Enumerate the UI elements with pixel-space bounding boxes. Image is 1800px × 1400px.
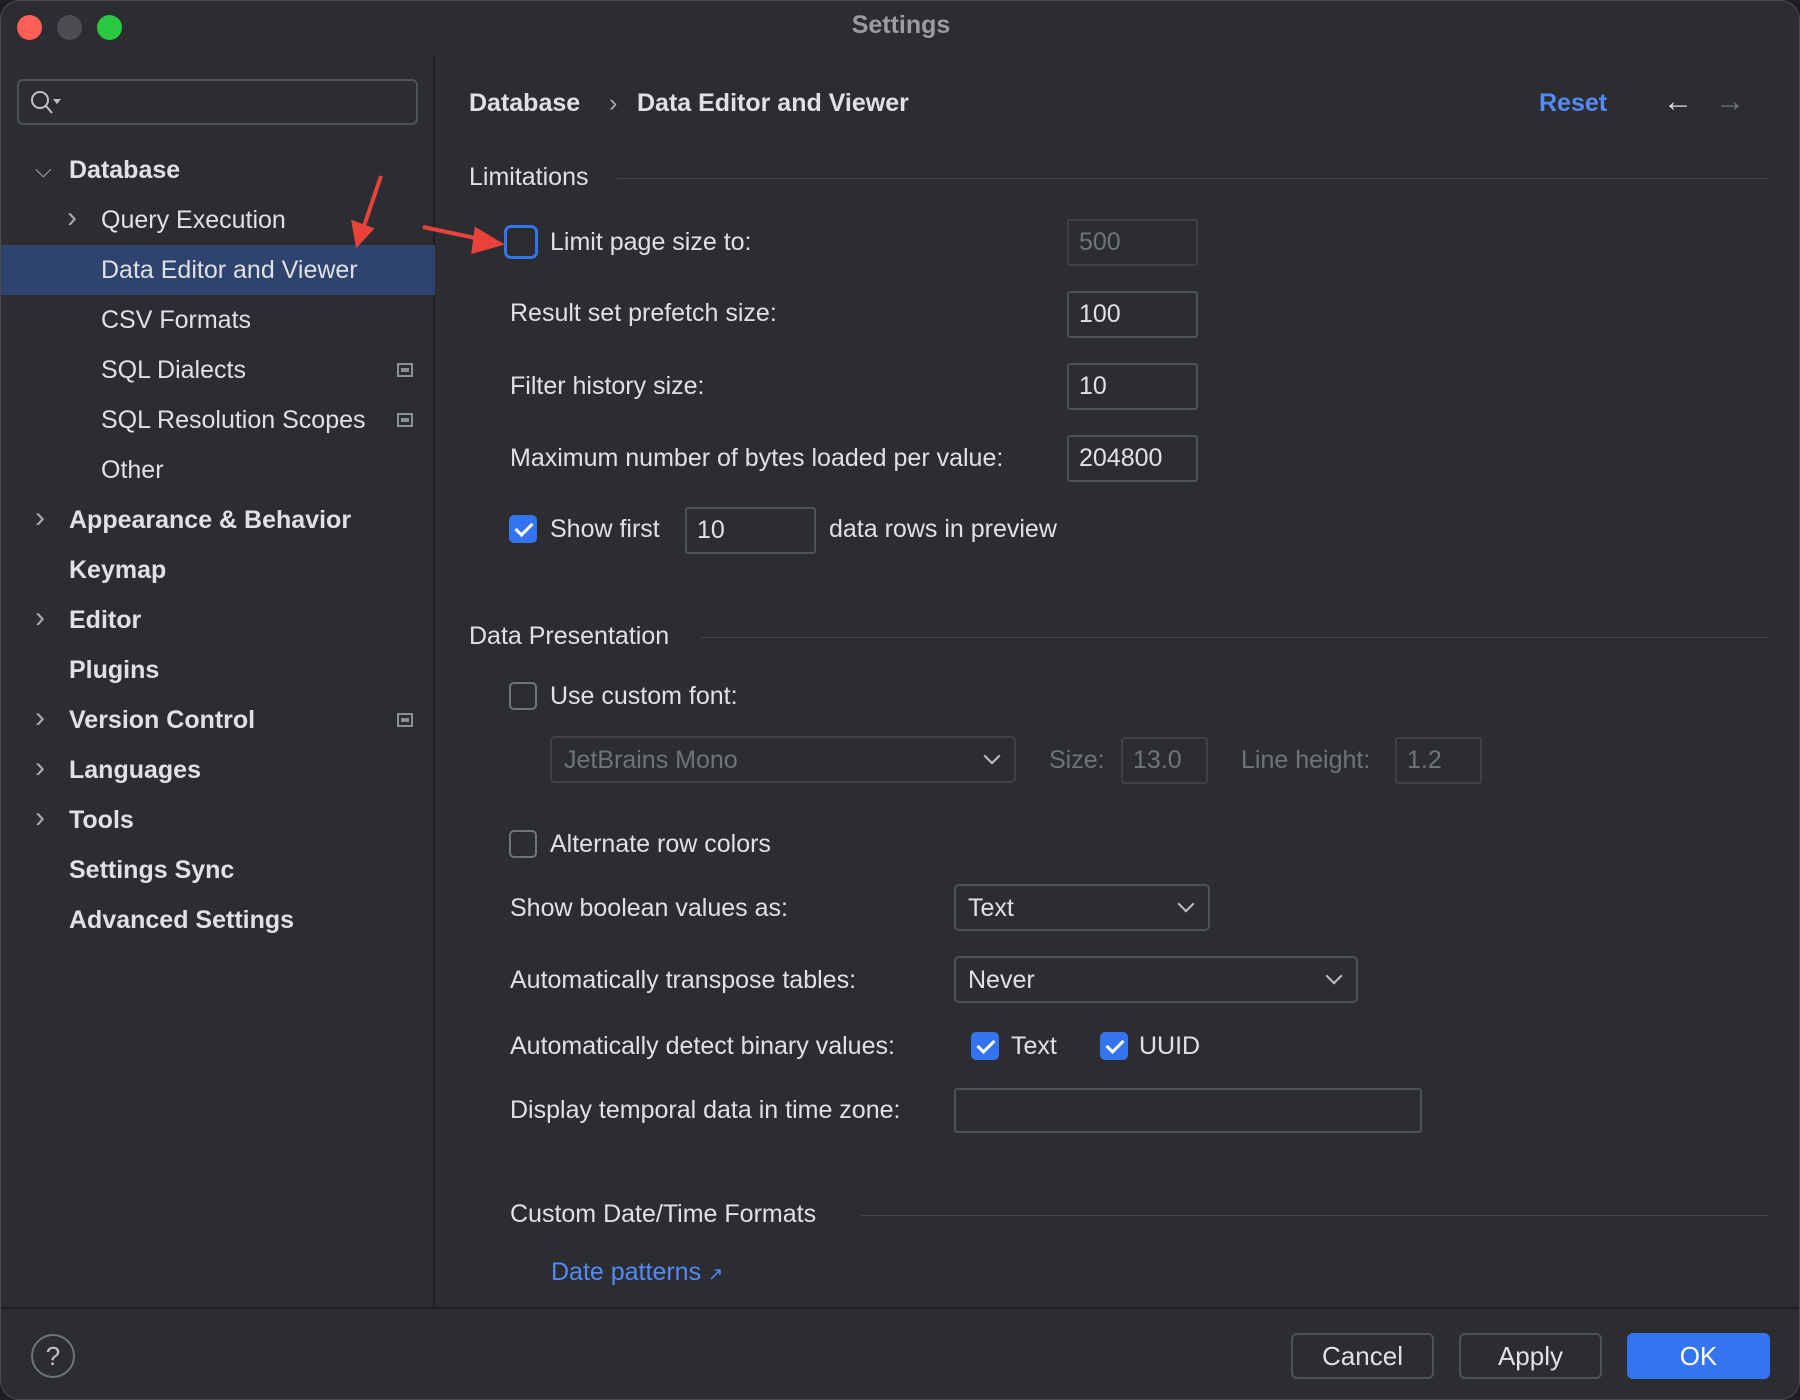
- line-height-label: Line height:: [1241, 746, 1371, 774]
- breadcrumb-database[interactable]: Database: [469, 88, 580, 118]
- project-level-icon: [397, 363, 413, 377]
- project-level-icon: [397, 413, 413, 427]
- limit-page-size-checkbox[interactable]: [504, 225, 538, 259]
- help-button[interactable]: ?: [31, 1334, 75, 1378]
- divider: [617, 178, 1769, 179]
- custom-font-checkbox[interactable]: [509, 682, 537, 710]
- transpose-value: Never: [968, 966, 1035, 994]
- sidebar-item-version-control[interactable]: › Version Control: [1, 695, 435, 745]
- sidebar-item-keymap[interactable]: Keymap: [1, 545, 435, 595]
- prefetch-label: Result set prefetch size:: [510, 299, 777, 327]
- sidebar-item-label: Settings Sync: [69, 856, 235, 884]
- font-size-label: Size:: [1049, 746, 1105, 774]
- footer-divider: [1, 1307, 1799, 1309]
- sidebar-item-editor[interactable]: › Editor: [1, 595, 435, 645]
- date-patterns-text: Date patterns: [551, 1258, 702, 1286]
- sidebar-item-label: Other: [101, 456, 164, 484]
- sidebar-item-sql-dialects[interactable]: SQL Dialects: [1, 345, 435, 395]
- chevron-down-icon: [1177, 895, 1195, 913]
- sidebar-item-label: Tools: [69, 806, 134, 834]
- font-size-input[interactable]: 13.0: [1121, 737, 1208, 784]
- breadcrumb-current: Data Editor and Viewer: [637, 89, 909, 117]
- sidebar-item-label: Plugins: [69, 656, 160, 684]
- custom-font-label: Use custom font:: [550, 682, 738, 710]
- limit-page-size-label: Limit page size to:: [550, 228, 752, 256]
- reset-link[interactable]: Reset: [1539, 88, 1607, 118]
- chevron-right-icon[interactable]: ›: [35, 593, 45, 643]
- font-value: JetBrains Mono: [564, 746, 738, 774]
- chevron-down-icon: [1325, 967, 1343, 985]
- max-bytes-label: Maximum number of bytes loaded per value…: [510, 444, 1004, 472]
- transpose-dropdown[interactable]: Never: [954, 956, 1358, 1003]
- external-link-icon: ↗: [708, 1264, 724, 1284]
- limit-page-size-input[interactable]: 500: [1067, 219, 1198, 266]
- section-custom-date-time: Custom Date/Time Formats: [510, 1200, 817, 1228]
- alternate-row-colors-checkbox[interactable]: [509, 830, 537, 858]
- sidebar-item-label: Keymap: [69, 556, 167, 584]
- section-data-presentation: Data Presentation: [469, 622, 670, 650]
- show-first-label: Show first: [550, 515, 660, 543]
- sidebar-item-other[interactable]: Other: [1, 445, 435, 495]
- sidebar-item-label: Editor: [69, 606, 142, 634]
- preview-rows-suffix: data rows in preview: [829, 515, 1057, 543]
- breadcrumb-separator: ›: [609, 89, 618, 117]
- filter-history-input[interactable]: 10: [1067, 363, 1198, 410]
- chevron-right-icon[interactable]: ›: [35, 693, 45, 743]
- back-arrow-icon[interactable]: ←: [1663, 87, 1693, 117]
- binary-uuid-checkbox[interactable]: [1100, 1032, 1128, 1060]
- sidebar-item-label: Advanced Settings: [69, 906, 295, 934]
- ok-button[interactable]: OK: [1627, 1333, 1770, 1379]
- date-patterns-link[interactable]: Date patterns ↗: [551, 1257, 723, 1289]
- settings-window: Settings ⌵ Database › Query Execution Data E…: [0, 0, 1800, 1400]
- line-height-input[interactable]: 1.2: [1395, 737, 1482, 784]
- boolean-values-label: Show boolean values as:: [510, 894, 788, 922]
- sidebar-item-advanced-settings[interactable]: Advanced Settings: [1, 895, 435, 945]
- sidebar-item-label: Languages: [69, 756, 201, 784]
- section-limitations: Limitations: [469, 163, 589, 191]
- sidebar-item-appearance-behavior[interactable]: › Appearance & Behavior: [1, 495, 435, 545]
- binary-values-label: Automatically detect binary values:: [510, 1032, 895, 1060]
- divider: [701, 637, 1769, 638]
- chevron-down-icon: [983, 747, 1001, 765]
- sidebar-item-settings-sync[interactable]: Settings Sync: [1, 845, 435, 895]
- divider: [861, 1215, 1769, 1216]
- max-bytes-input[interactable]: 204800: [1067, 435, 1198, 482]
- sidebar-item-label: CSV Formats: [101, 306, 252, 334]
- transpose-label: Automatically transpose tables:: [510, 966, 857, 994]
- sidebar-item-languages[interactable]: › Languages: [1, 745, 435, 795]
- boolean-values-dropdown[interactable]: Text: [954, 884, 1210, 931]
- sidebar-item-label: Appearance & Behavior: [69, 506, 352, 534]
- preview-rows-input[interactable]: 10: [685, 507, 816, 554]
- sidebar-item-label: SQL Dialects: [101, 356, 246, 384]
- chevron-right-icon[interactable]: ›: [35, 743, 45, 793]
- cancel-button[interactable]: Cancel: [1291, 1333, 1434, 1379]
- project-level-icon: [397, 713, 413, 727]
- sidebar-item-csv-formats[interactable]: CSV Formats: [1, 295, 435, 345]
- timezone-label: Display temporal data in time zone:: [510, 1096, 901, 1124]
- sidebar-item-label: Version Control: [69, 706, 256, 734]
- prefetch-input[interactable]: 100: [1067, 291, 1198, 338]
- filter-history-label: Filter history size:: [510, 372, 705, 400]
- forward-arrow-icon[interactable]: →: [1715, 87, 1745, 117]
- boolean-value: Text: [968, 894, 1014, 922]
- sidebar-item-tools[interactable]: › Tools: [1, 795, 435, 845]
- binary-text-label: Text: [1011, 1032, 1057, 1060]
- chevron-right-icon[interactable]: ›: [35, 493, 45, 543]
- show-first-checkbox[interactable]: [509, 515, 537, 543]
- sidebar-item-plugins[interactable]: Plugins: [1, 645, 435, 695]
- annotation-arrows: [351, 175, 505, 255]
- binary-uuid-label: UUID: [1139, 1032, 1201, 1060]
- apply-button[interactable]: Apply: [1459, 1333, 1602, 1379]
- timezone-input[interactable]: [954, 1088, 1422, 1133]
- chevron-right-icon[interactable]: ›: [35, 793, 45, 843]
- alternate-row-colors-label: Alternate row colors: [550, 830, 771, 858]
- font-dropdown[interactable]: JetBrains Mono: [550, 736, 1016, 783]
- sidebar-item-label: SQL Resolution Scopes: [101, 406, 366, 434]
- binary-text-checkbox[interactable]: [971, 1032, 999, 1060]
- sidebar-item-sql-resolution-scopes[interactable]: SQL Resolution Scopes: [1, 395, 435, 445]
